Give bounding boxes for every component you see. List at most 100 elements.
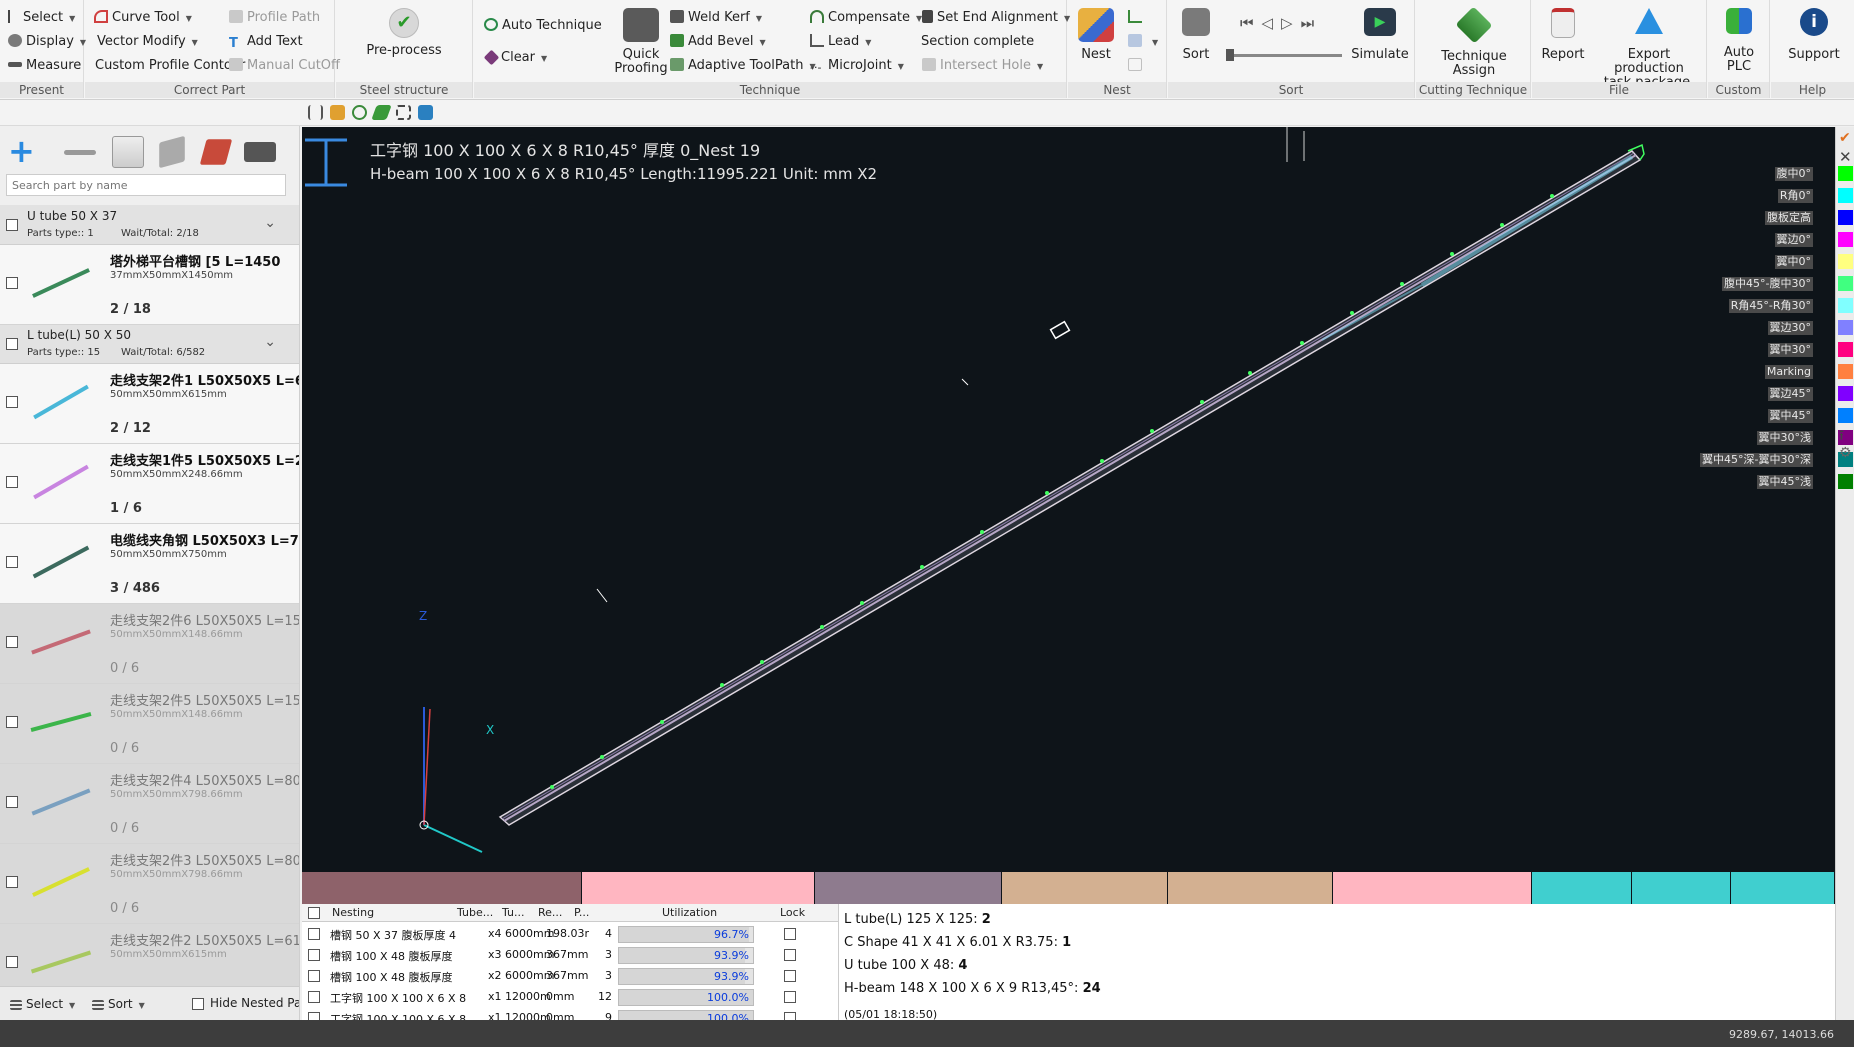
part-list-item[interactable]: 走线支架2件5 L50X50X5 L=150 50mmX50mmX148.66mm… bbox=[0, 684, 299, 764]
header-tu[interactable]: Tu... bbox=[502, 906, 525, 919]
add-text-tool[interactable]: T Add Text bbox=[229, 34, 303, 51]
simulate-button[interactable]: ▶ Simulate bbox=[1350, 8, 1410, 62]
row-checkbox[interactable] bbox=[308, 970, 320, 982]
part-search-input[interactable] bbox=[6, 174, 286, 196]
nest-chart-tool[interactable] bbox=[1128, 10, 1146, 25]
microjoint-tool[interactable]: -·- MicroJoint ▼ bbox=[810, 58, 904, 75]
report-button[interactable]: Report bbox=[1538, 8, 1588, 62]
clear-button[interactable]: Clear ▼ bbox=[483, 49, 547, 66]
compensate-tool[interactable]: Compensate ▼ bbox=[810, 10, 922, 25]
hand-icon[interactable] bbox=[418, 105, 433, 120]
legend-swatch[interactable] bbox=[1838, 166, 1853, 181]
measure-tool[interactable]: Measure bbox=[8, 58, 81, 73]
part-list-item[interactable]: 走线支架1件5 L50X50X5 L=2 50mmX50mmX248.66mm 1 … bbox=[0, 444, 299, 524]
header-nesting[interactable]: Nesting bbox=[332, 906, 374, 919]
part-list-item[interactable]: 走线支架2件6 L50X50X5 L=150 50mmX50mmX148.66mm… bbox=[0, 604, 299, 684]
part-list-item[interactable]: 塔外梯平台槽钢 [5 L=1450 37mmX50mmX1450mm 2 / 18 bbox=[0, 245, 299, 325]
display-tool[interactable]: Display ▼ bbox=[8, 34, 86, 49]
header-p[interactable]: P... bbox=[574, 906, 589, 919]
playback-controls[interactable]: ⏮◁▷⏭ bbox=[1240, 14, 1322, 32]
lock-checkbox[interactable] bbox=[784, 991, 796, 1003]
part-list-item[interactable]: 走线支架2件1 L50X50X5 L=6 50mmX50mmX615mm 2 / 1… bbox=[0, 364, 299, 444]
color-segment[interactable] bbox=[1532, 872, 1632, 904]
confirm-icon[interactable]: ✔ bbox=[1839, 130, 1851, 146]
color-segment[interactable] bbox=[1731, 872, 1835, 904]
support-button[interactable]: i Support bbox=[1785, 8, 1843, 62]
auto-technique-button[interactable]: Auto Technique bbox=[484, 18, 602, 33]
manual-cutoff-tool[interactable]: Manual CutOff bbox=[229, 58, 340, 73]
auto-plc-button[interactable]: Auto PLC bbox=[1714, 8, 1764, 74]
legend-swatch[interactable] bbox=[1838, 276, 1853, 291]
pencil-icon[interactable] bbox=[330, 105, 345, 120]
add-part-icon[interactable]: + bbox=[8, 135, 40, 168]
import-list-icon[interactable] bbox=[112, 136, 144, 168]
tube-icon[interactable] bbox=[371, 105, 392, 120]
group-checkbox[interactable] bbox=[6, 338, 18, 350]
curve-tool[interactable]: Curve Tool ▼ bbox=[94, 10, 192, 25]
legend-swatch[interactable] bbox=[1838, 474, 1853, 489]
export-package-button[interactable]: Export production task package. bbox=[1594, 8, 1704, 90]
row-checkbox[interactable] bbox=[308, 991, 320, 1003]
lead-tool[interactable]: Lead ▼ bbox=[810, 34, 871, 49]
profile-path-tool[interactable]: Profile Path bbox=[229, 10, 320, 25]
technique-assign-button[interactable]: Technique Assign bbox=[1428, 6, 1520, 78]
header-lock[interactable]: Lock bbox=[780, 906, 805, 919]
sort-slider-thumb[interactable] bbox=[1226, 49, 1234, 61]
part-checkbox[interactable] bbox=[6, 636, 18, 648]
table-row[interactable]: 槽钢 50 X 37 腹板厚度 4 x4 6000mm 198.03r 4 96.7% bbox=[302, 924, 838, 945]
custom-profile-contour-tool[interactable]: Custom Profile Contour bbox=[95, 58, 245, 73]
preprocess-button[interactable]: ✔ Pre-process bbox=[364, 8, 444, 58]
drawing-canvas[interactable]: 工字钢 100 X 100 X 6 X 8 R10,45° 厚度 0_Nest … bbox=[302, 127, 1835, 872]
legend-swatch[interactable] bbox=[1838, 232, 1853, 247]
color-segment[interactable] bbox=[582, 872, 815, 904]
gear-icon[interactable]: ⚙ bbox=[1839, 445, 1852, 461]
section-complete-tool[interactable]: Section complete bbox=[921, 34, 1034, 49]
adaptive-toolpath-tool[interactable]: Adaptive ToolPath ▼ bbox=[670, 58, 816, 73]
intersect-hole-tool[interactable]: Intersect Hole ▼ bbox=[922, 58, 1043, 73]
legend-swatch[interactable] bbox=[1838, 408, 1853, 423]
cube-icon[interactable] bbox=[159, 135, 185, 169]
sort-button[interactable]: Sort bbox=[1172, 8, 1220, 62]
edit-list-icon[interactable] bbox=[244, 142, 276, 162]
table-row[interactable]: 槽钢 100 X 48 腹板厚度 x2 6000mm 367mm 3 93.9% bbox=[302, 966, 838, 987]
header-utilization[interactable]: Utilization bbox=[662, 906, 717, 919]
ibeam-view-icon[interactable] bbox=[308, 105, 323, 120]
nest-button[interactable]: Nest bbox=[1072, 8, 1120, 62]
part-checkbox[interactable] bbox=[6, 396, 18, 408]
select-box-icon[interactable] bbox=[396, 105, 411, 120]
part-checkbox[interactable] bbox=[6, 876, 18, 888]
hide-nested-checkbox[interactable] bbox=[192, 998, 204, 1010]
nest-extra-tool[interactable] bbox=[1128, 58, 1146, 73]
lock-checkbox[interactable] bbox=[784, 928, 796, 940]
set-end-alignment-tool[interactable]: Set End Alignment ▼ bbox=[922, 10, 1070, 25]
close-icon[interactable]: ✕ bbox=[1839, 148, 1852, 166]
table-row[interactable]: 工字钢 100 X 100 X 6 X 8 x1 12000m 0mm 9 100.0% bbox=[302, 1008, 838, 1020]
part-checkbox[interactable] bbox=[6, 277, 18, 289]
group-checkbox[interactable] bbox=[6, 219, 18, 231]
list-sort-button[interactable]: Sort ▼ bbox=[92, 997, 145, 1011]
header-tube[interactable]: Tube... bbox=[457, 906, 493, 919]
color-segment[interactable] bbox=[1002, 872, 1168, 904]
list-select-button[interactable]: Select ▼ bbox=[10, 997, 75, 1011]
color-segment[interactable] bbox=[1333, 872, 1532, 904]
legend-swatch[interactable] bbox=[1838, 364, 1853, 379]
row-checkbox[interactable] bbox=[308, 949, 320, 961]
color-segment[interactable] bbox=[302, 872, 582, 904]
legend-swatch[interactable] bbox=[1838, 210, 1853, 225]
part-checkbox[interactable] bbox=[6, 956, 18, 968]
part-group-header[interactable]: L tube(L) 50 X 50 Parts type:: 15 Wait/Tot… bbox=[0, 324, 299, 364]
table-row[interactable]: 槽钢 100 X 48 腹板厚度 x3 6000mm 367mm 3 93.9% bbox=[302, 945, 838, 966]
nest-align-tool[interactable]: ▼ bbox=[1128, 34, 1158, 49]
legend-swatch[interactable] bbox=[1838, 342, 1853, 357]
part-checkbox[interactable] bbox=[6, 716, 18, 728]
lock-checkbox[interactable] bbox=[784, 1012, 796, 1020]
part-list-item[interactable]: 走线支架2件4 L50X50X5 L=800 50mmX50mmX798.66mm… bbox=[0, 764, 299, 844]
remove-part-icon[interactable] bbox=[64, 150, 96, 155]
lock-checkbox[interactable] bbox=[784, 970, 796, 982]
circle-icon[interactable] bbox=[352, 105, 367, 120]
chevron-down-icon[interactable]: ⌄ bbox=[264, 215, 276, 231]
quick-proofing-button[interactable]: Quick Proofing bbox=[608, 8, 674, 76]
header-re[interactable]: Re... bbox=[538, 906, 562, 919]
add-bevel-tool[interactable]: Add Bevel ▼ bbox=[670, 34, 766, 49]
color-segment[interactable] bbox=[1168, 872, 1333, 904]
